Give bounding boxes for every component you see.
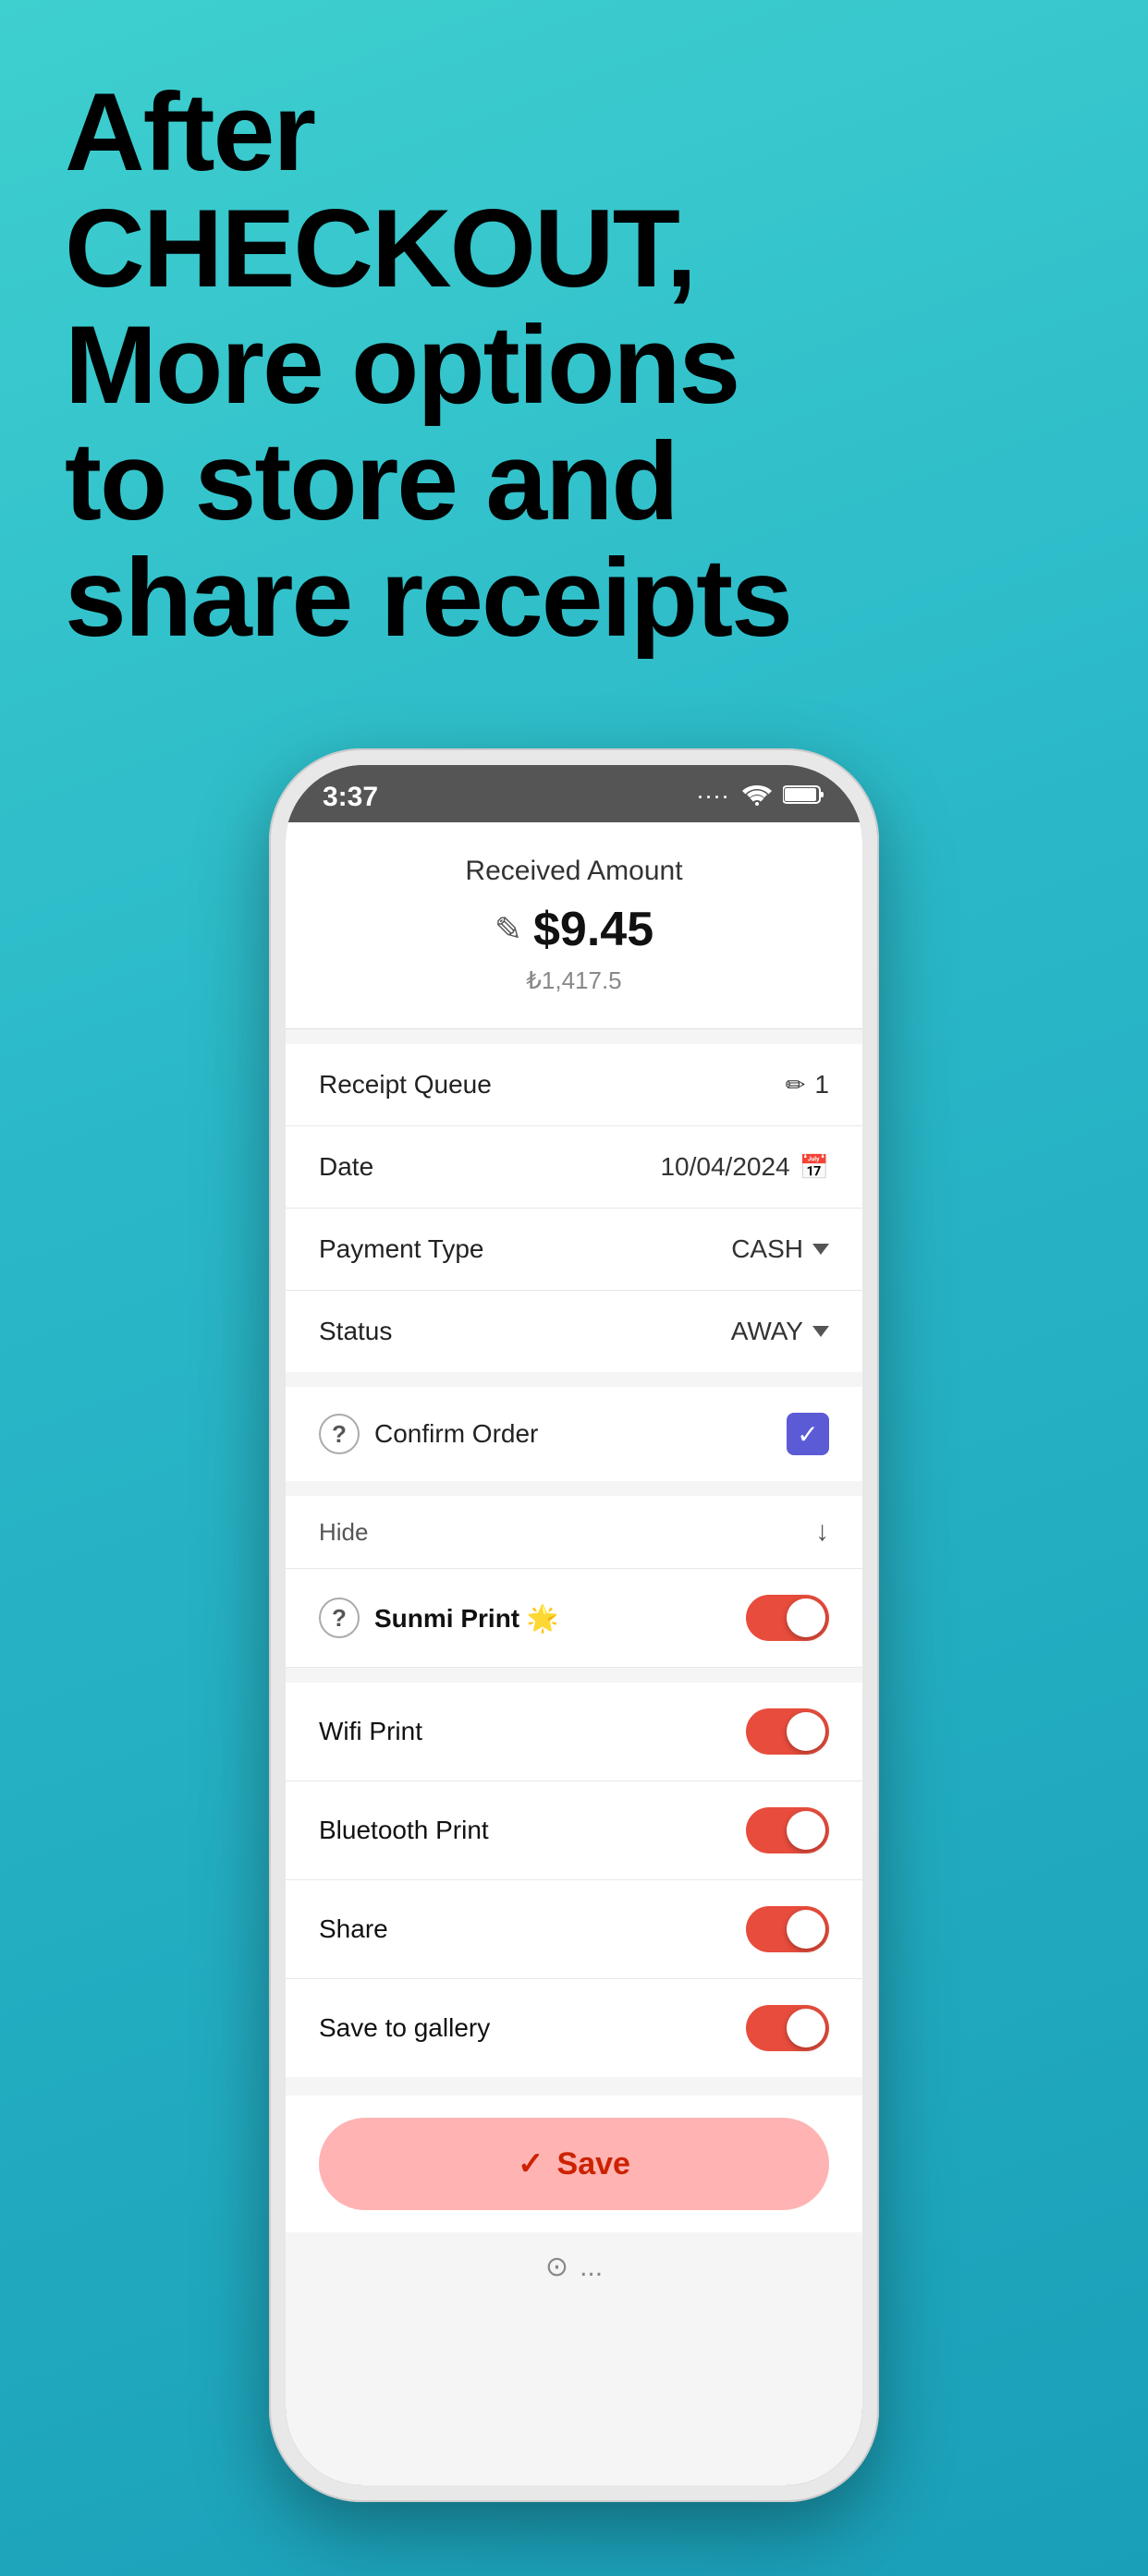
bottom-dots: ... — [580, 2252, 603, 2283]
payment-type-row[interactable]: Payment Type CASH — [286, 1209, 862, 1291]
receipt-queue-value[interactable]: ✏ 1 — [786, 1070, 829, 1100]
phone-wrapper: 3:37 ···· — [0, 711, 1148, 2576]
status-row[interactable]: Status AWAY — [286, 1291, 862, 1372]
hide-label: Hide — [319, 1518, 368, 1547]
bluetooth-toggle[interactable] — [746, 1807, 829, 1853]
gallery-toggle-track — [746, 2005, 829, 2051]
sunmi-question-icon: ? — [319, 1598, 360, 1638]
confirm-left: ? Confirm Order — [319, 1414, 538, 1454]
status-label: Status — [319, 1317, 392, 1346]
headline-section: After CHECKOUT, More options to store an… — [0, 0, 1148, 711]
phone-inner: 3:37 ···· — [286, 765, 862, 2485]
share-toggle-track — [746, 1906, 829, 1952]
date-row: Date 10/04/2024 📅 — [286, 1126, 862, 1209]
status-bar: 3:37 ···· — [286, 765, 862, 822]
wifi-icon — [742, 783, 772, 812]
sunmi-toggle-track — [746, 1595, 829, 1641]
received-amount-card: Received Amount ✎ $9.45 ₺1,417.5 — [286, 822, 862, 1029]
bottom-icon: ⊙ — [545, 2251, 568, 2283]
phone-screen: Received Amount ✎ $9.45 ₺1,417.5 Receipt… — [286, 822, 862, 2485]
payment-type-value[interactable]: CASH — [731, 1234, 829, 1264]
share-label: Share — [319, 1914, 388, 1944]
bottom-bar: ⊙ ... — [286, 2232, 862, 2311]
wifi-print-label: Wifi Print — [319, 1717, 422, 1746]
status-time: 3:37 — [323, 782, 378, 813]
status-icons: ···· — [698, 783, 825, 812]
sunmi-label: Sunmi Print 🌟 — [374, 1603, 559, 1634]
save-checkmark-icon: ✓ — [518, 2145, 544, 2182]
bluetooth-print-row: Bluetooth Print — [286, 1781, 862, 1880]
headline-text: After CHECKOUT, More options to store an… — [65, 74, 1083, 656]
save-button[interactable]: ✓ Save — [319, 2118, 829, 2210]
date-value[interactable]: 10/04/2024 📅 — [660, 1152, 829, 1182]
bluetooth-print-label: Bluetooth Print — [319, 1816, 489, 1845]
options-section: Wifi Print Bluetooth Print — [286, 1683, 862, 2077]
share-toggle-thumb — [787, 1910, 825, 1949]
confirm-order-checkbox[interactable]: ✓ — [787, 1413, 829, 1455]
wifi-toggle-thumb — [787, 1712, 825, 1751]
wifi-toggle-track — [746, 1708, 829, 1755]
bt-toggle-thumb — [787, 1811, 825, 1850]
hide-section: Hide ↓ ? Sunmi Print 🌟 — [286, 1496, 862, 1668]
confirm-order-row[interactable]: ? Confirm Order ✓ — [319, 1413, 829, 1455]
receipt-queue-label: Receipt Queue — [319, 1070, 492, 1100]
receipt-queue-row: Receipt Queue ✏ 1 — [286, 1044, 862, 1126]
sunmi-toggle[interactable] — [746, 1595, 829, 1641]
sub-amount-value: ₺1,417.5 — [323, 966, 825, 995]
checkmark-icon: ✓ — [797, 1419, 818, 1450]
save-gallery-label: Save to gallery — [319, 2013, 490, 2043]
confirm-order-label: Confirm Order — [374, 1419, 538, 1449]
status-chevron-icon — [812, 1326, 829, 1337]
save-gallery-toggle[interactable] — [746, 2005, 829, 2051]
gallery-toggle-thumb — [787, 2009, 825, 2047]
status-value[interactable]: AWAY — [731, 1317, 829, 1346]
pencil-icon: ✏ — [786, 1071, 806, 1100]
calendar-icon: 📅 — [800, 1153, 829, 1182]
payment-type-label: Payment Type — [319, 1234, 483, 1264]
amount-value: $9.45 — [533, 902, 653, 957]
confirm-order-section: ? Confirm Order ✓ — [286, 1387, 862, 1481]
sunmi-print-row: ? Sunmi Print 🌟 — [286, 1569, 862, 1668]
save-gallery-row: Save to gallery — [286, 1979, 862, 2077]
wifi-print-toggle[interactable] — [746, 1708, 829, 1755]
save-button-label: Save — [557, 2146, 630, 2182]
chevron-down-icon — [812, 1244, 829, 1255]
sunmi-left: ? Sunmi Print 🌟 — [319, 1598, 559, 1638]
share-toggle[interactable] — [746, 1906, 829, 1952]
date-label: Date — [319, 1152, 373, 1182]
hide-row[interactable]: Hide ↓ — [286, 1496, 862, 1569]
info-rows-section: Receipt Queue ✏ 1 Date 10/04/2024 📅 — [286, 1044, 862, 1372]
save-section: ✓ Save — [286, 2096, 862, 2232]
bt-toggle-track — [746, 1807, 829, 1853]
phone-outer: 3:37 ···· — [269, 748, 879, 2502]
edit-icon[interactable]: ✎ — [495, 910, 522, 949]
hide-down-arrow-icon: ↓ — [815, 1516, 829, 1548]
share-row: Share — [286, 1880, 862, 1979]
question-mark-icon: ? — [319, 1414, 360, 1454]
battery-icon — [783, 783, 825, 812]
signal-dots-icon: ···· — [698, 788, 731, 808]
wifi-print-row: Wifi Print — [286, 1683, 862, 1781]
amount-row: ✎ $9.45 — [323, 902, 825, 957]
sunmi-toggle-thumb — [787, 1598, 825, 1637]
received-amount-title: Received Amount — [323, 856, 825, 887]
